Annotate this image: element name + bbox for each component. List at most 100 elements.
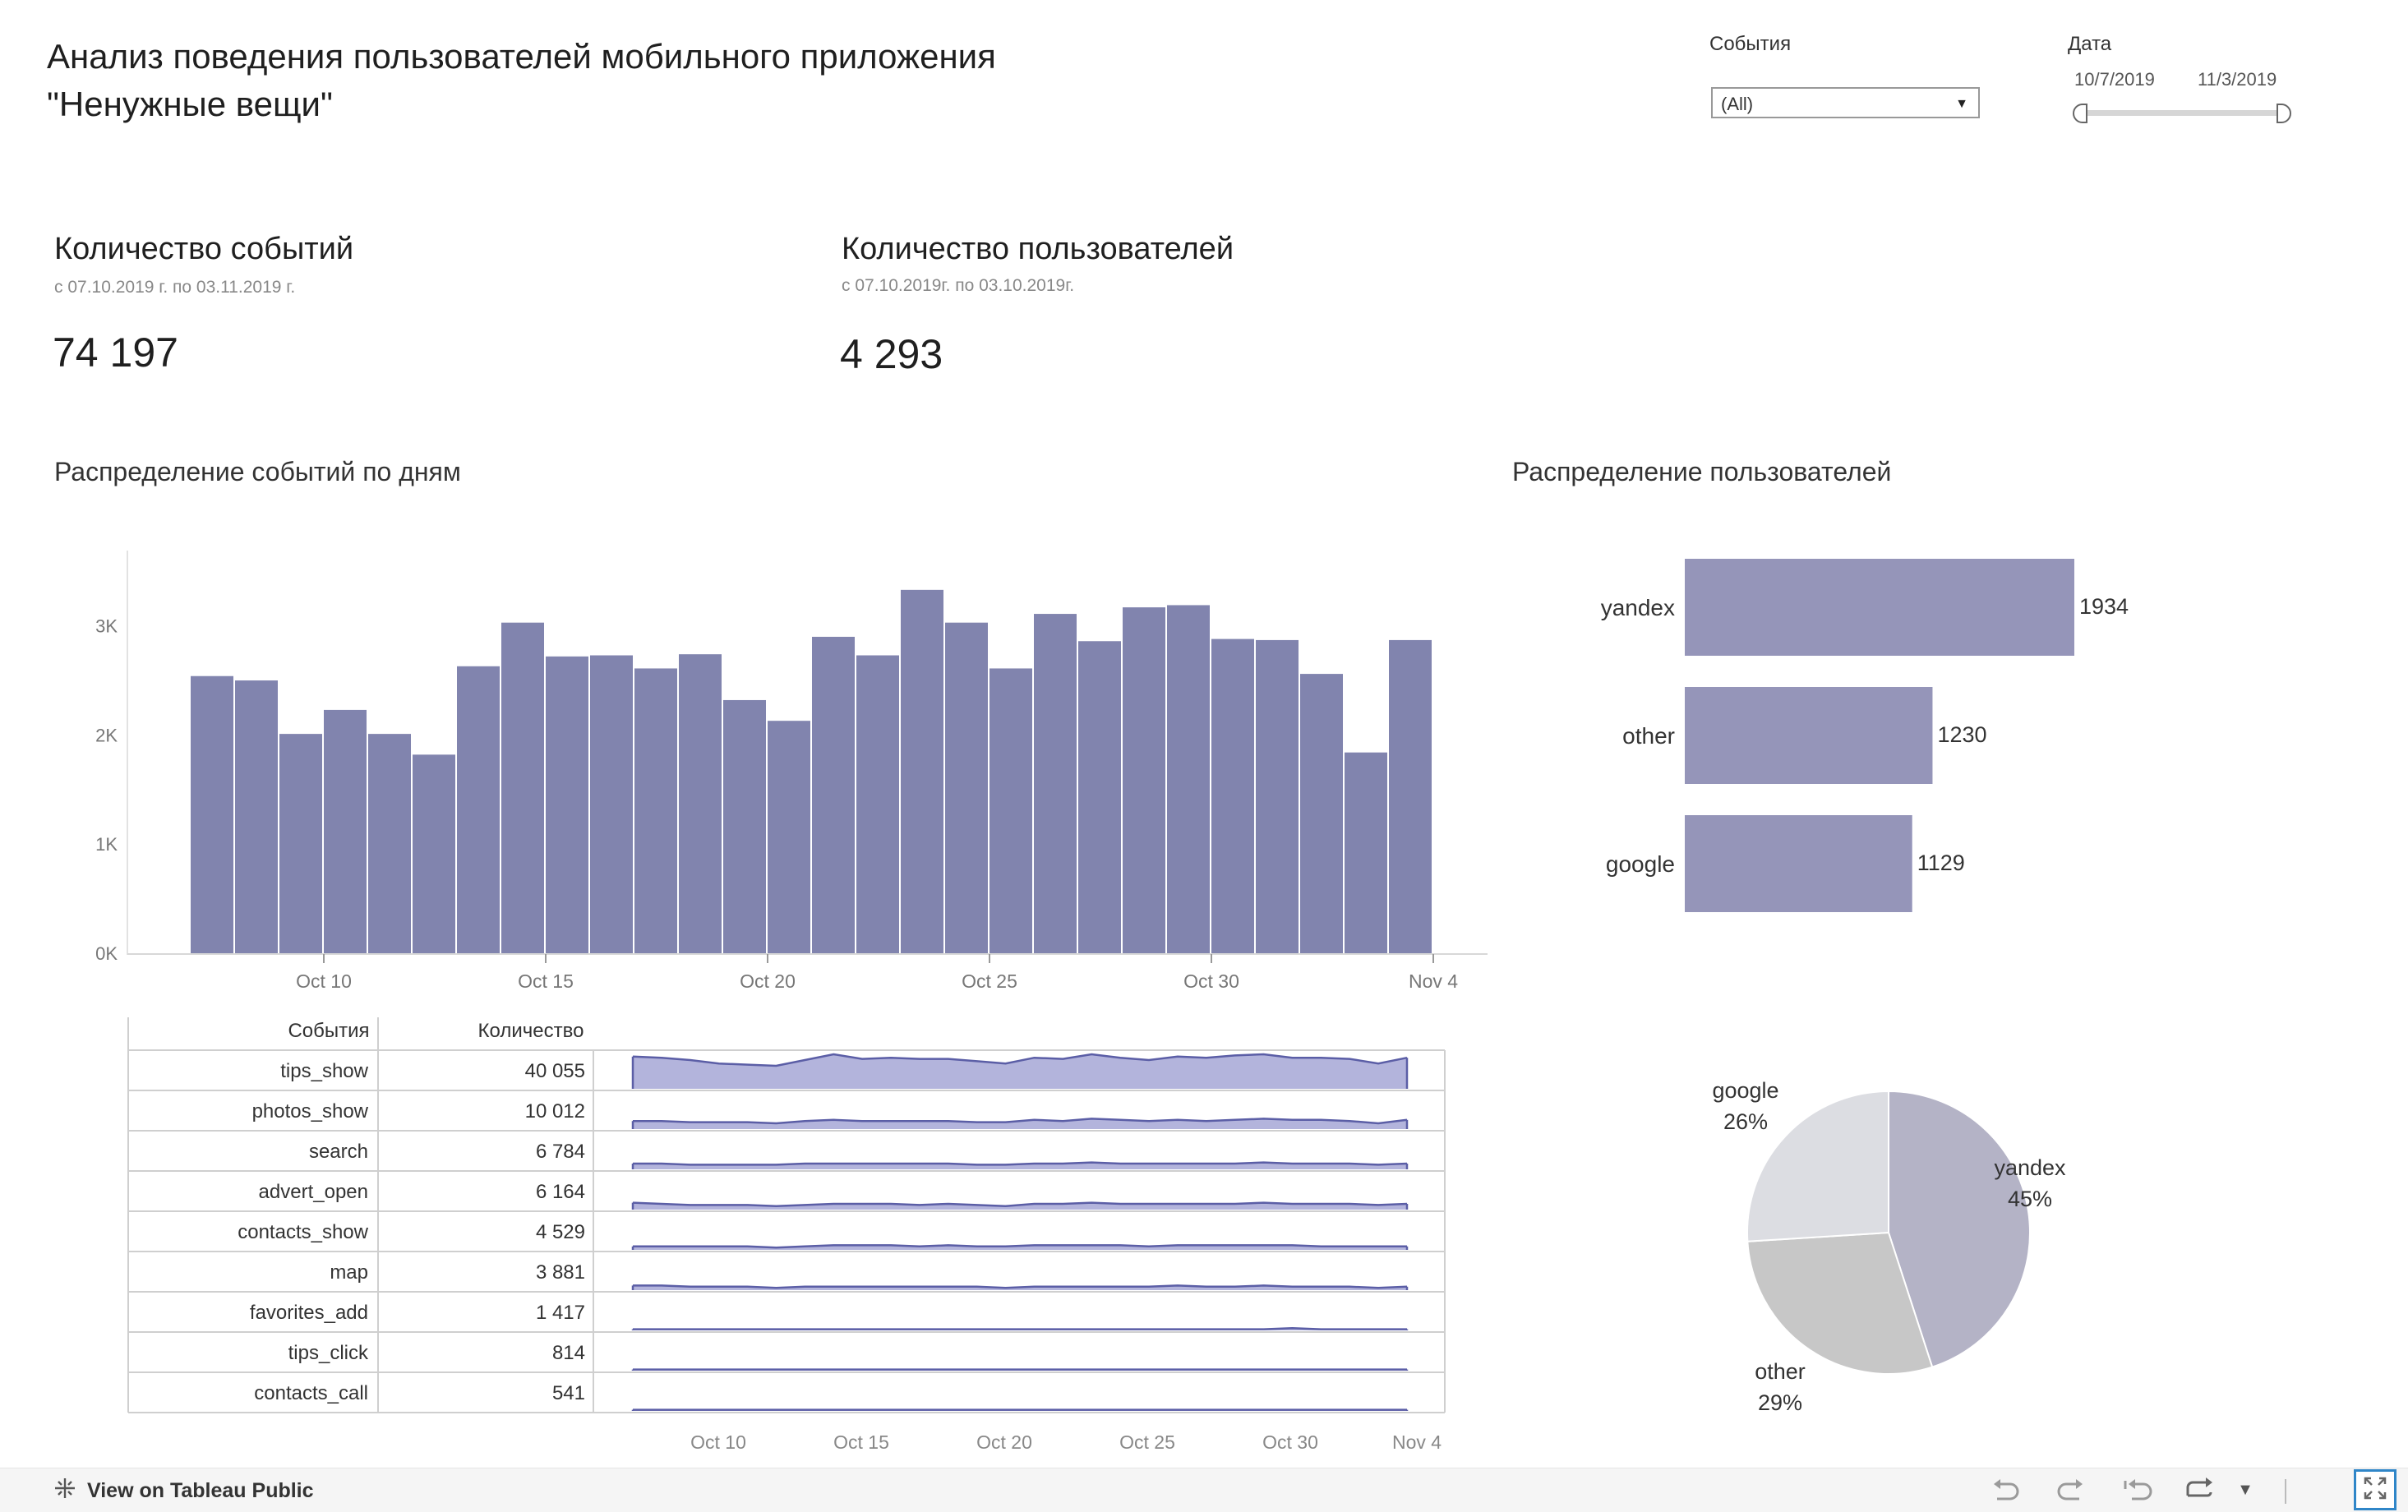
pie-label-other: other [1755,1359,1806,1384]
kpi-events-subtitle: с 07.10.2019 г. по 03.11.2019 г. [54,278,296,297]
column-header-count: Количество [478,1020,584,1042]
column-header-event: События [288,1020,369,1042]
tableau-toolbar [0,1468,2408,1512]
y-tick-label: 3K [95,616,118,637]
bar-2019-11-03 [1389,639,1432,953]
event-count: 40 055 [525,1060,585,1082]
spark-x-tick-label: Oct 15 [833,1431,889,1453]
table-row: favorites_add 1 417 [128,1291,1445,1330]
events-table: События Количество tips_show 40 055 photos_s… [127,1017,1446,1453]
table-row: photos_show 10 012 [128,1090,1445,1129]
event-count: 814 [552,1342,585,1364]
bar-2019-10-20 [768,721,810,953]
table-row: contacts_call 541 [128,1371,1445,1411]
date-slider-start-handle[interactable] [2073,104,2087,123]
bar-2019-10-25 [989,668,1032,953]
table-row: tips_click 814 [128,1331,1445,1371]
bar-2019-10-10 [324,709,367,953]
bar-2019-10-18 [679,654,722,953]
kpi-events-title: Количество событий [54,232,354,266]
y-tick-label: 0K [95,943,118,964]
revert-icon[interactable] [2122,1476,2155,1505]
event-count: 1 417 [536,1302,585,1324]
bar-2019-10-26 [1034,614,1077,953]
page-title: Анализ поведения пользователей мобильног… [47,37,996,123]
sparkline [633,1284,1408,1289]
date-start-value: 10/7/2019 [2074,69,2155,90]
x-tick-label: Nov 4 [1409,970,1458,992]
spark-x-tick-label: Oct 20 [976,1431,1032,1453]
spark-x-tick-label: Oct 30 [1262,1431,1318,1453]
sparkline [633,1161,1408,1166]
bar-2019-10-29 [1167,605,1210,953]
spark-x-tick-label: Oct 10 [690,1431,746,1453]
value-label-yandex: 1934 [2079,594,2129,619]
category-label-other: other [1622,723,1675,749]
event-name: favorites_add [250,1302,368,1324]
share-icon[interactable] [2183,1476,2216,1505]
spark-x-tick-label: Nov 4 [1392,1431,1442,1453]
view-on-tableau-link[interactable]: View on Tableau Public [53,1476,314,1506]
event-name: tips_click [288,1342,369,1364]
x-tick-label: Oct 30 [1183,970,1239,992]
spark-x-tick-label: Oct 25 [1119,1431,1175,1453]
fullscreen-button[interactable] [2354,1469,2396,1510]
users-share-pie: yandex 45% other 29% google 26% [1712,1078,2066,1415]
y-tick-label: 2K [95,725,118,745]
users-source-chart: yandex 1934 other 1230 google 1129 [1601,559,2129,912]
bar-2019-10-16 [590,655,633,953]
bar-2019-10-13 [457,666,500,953]
toolbar-divider [2285,1479,2286,1504]
value-label-google: 1129 [1917,850,1965,875]
pie-percent-google: 26% [1723,1109,1768,1134]
table-row: map 3 881 [128,1251,1445,1290]
table-row: advert_open 6 164 [128,1170,1445,1210]
daily-chart-title: Распределение событий по дням [54,457,461,486]
x-tick-label: Oct 10 [296,970,352,992]
bar-other [1685,687,1933,784]
pie-label-google: google [1712,1078,1778,1103]
y-tick-label: 1K [95,834,118,855]
bar-yandex [1685,559,2074,656]
event-count: 10 012 [525,1100,585,1122]
events-select[interactable]: (All) ▼ [1711,87,1980,118]
sparkline-area [633,1054,1407,1089]
dropdown-icon[interactable]: ▼ [2229,1481,2262,1510]
x-tick-label: Oct 25 [962,970,1017,992]
bar-2019-10-14 [501,622,544,953]
bar-2019-10-23 [901,589,943,953]
undo-icon[interactable] [1989,1476,2022,1505]
events-select-value: (All) [1721,94,1754,114]
bar-2019-10-08 [235,680,278,953]
kpi-users-value: 4 293 [840,331,943,377]
daily-events-chart: 0K 1K 2K 3K Oct 10 Oct 15 Oct 20 Oct 25 Oct 30 No… [95,551,1488,992]
tableau-logo-icon [53,1476,77,1506]
bar-2019-10-21 [812,636,855,953]
event-count: 4 529 [536,1221,585,1243]
x-tick-label: Oct 15 [518,970,574,992]
chevron-down-icon: ▼ [1955,97,1968,111]
redo-icon[interactable] [2055,1476,2087,1505]
pie-percent-yandex: 45% [2008,1187,2052,1211]
date-slider-end-handle[interactable] [2277,104,2291,123]
events-filter-label: События [1709,33,1792,55]
event-count: 6 784 [536,1141,585,1163]
pie-percent-other: 29% [1758,1390,1802,1415]
event-count: 541 [552,1382,585,1404]
bar-2019-10-17 [634,668,677,953]
table-row: contacts_show 4 529 [128,1210,1445,1250]
bar-2019-10-19 [723,699,766,953]
date-slider-track[interactable] [2079,110,2283,116]
sparkline [633,1326,1407,1330]
bar-2019-10-12 [413,754,455,953]
table-row: search 6 784 [128,1130,1445,1169]
event-name: photos_show [252,1100,369,1122]
bar-2019-10-11 [368,734,411,953]
date-filter-label: Дата [2068,33,2112,55]
bar-2019-10-09 [279,734,322,953]
bar-2019-11-02 [1345,752,1387,953]
x-tick-label: Oct 20 [740,970,796,992]
kpi-users-title: Количество пользователей [842,232,1234,266]
date-end-value: 11/3/2019 [2198,69,2277,90]
table-row: tips_show 40 055 [128,1049,1445,1089]
